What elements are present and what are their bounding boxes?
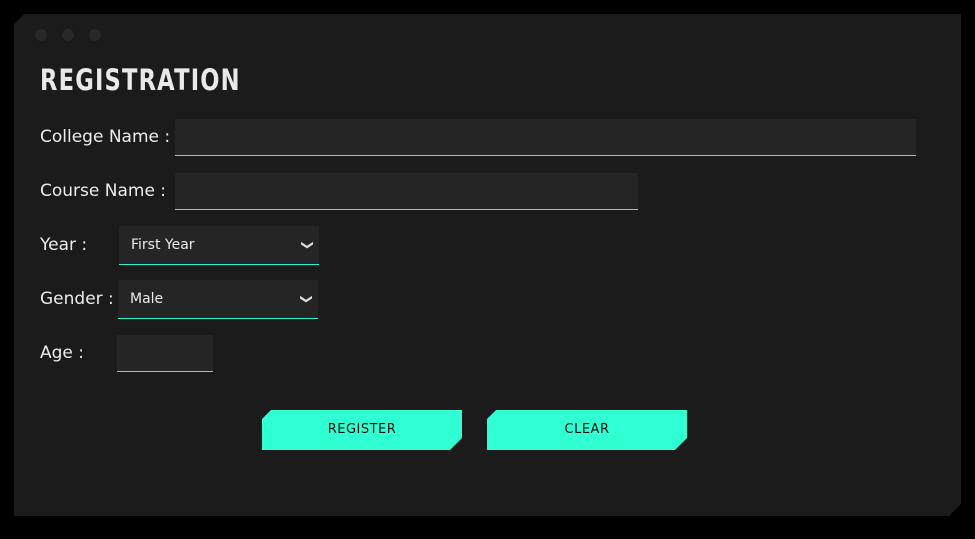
- clear-button[interactable]: CLEAR: [487, 410, 687, 450]
- chevron-down-icon: ❯: [299, 293, 314, 305]
- window-dot-2: [62, 29, 74, 41]
- gender-label: Gender :: [40, 289, 114, 309]
- gender-selected-value: Male: [130, 291, 164, 307]
- registration-panel: REGISTRATION College Name : Course Name …: [14, 14, 961, 516]
- college-name-label: College Name :: [40, 127, 171, 147]
- register-button[interactable]: REGISTER: [262, 410, 462, 450]
- form-title: REGISTRATION: [40, 63, 241, 97]
- age-input[interactable]: [117, 335, 213, 372]
- course-name-input[interactable]: [175, 173, 638, 210]
- gender-select[interactable]: Male ❯: [118, 280, 318, 319]
- year-select[interactable]: First Year ❯: [119, 226, 319, 265]
- college-name-input[interactable]: [175, 119, 916, 156]
- year-label: Year :: [40, 235, 88, 255]
- year-selected-value: First Year: [131, 237, 195, 253]
- window-dots: [35, 29, 101, 41]
- age-label: Age :: [40, 343, 85, 363]
- course-name-label: Course Name :: [40, 181, 167, 201]
- window-dot-3: [89, 29, 101, 41]
- chevron-down-icon: ❯: [300, 239, 315, 251]
- window-dot-1: [35, 29, 47, 41]
